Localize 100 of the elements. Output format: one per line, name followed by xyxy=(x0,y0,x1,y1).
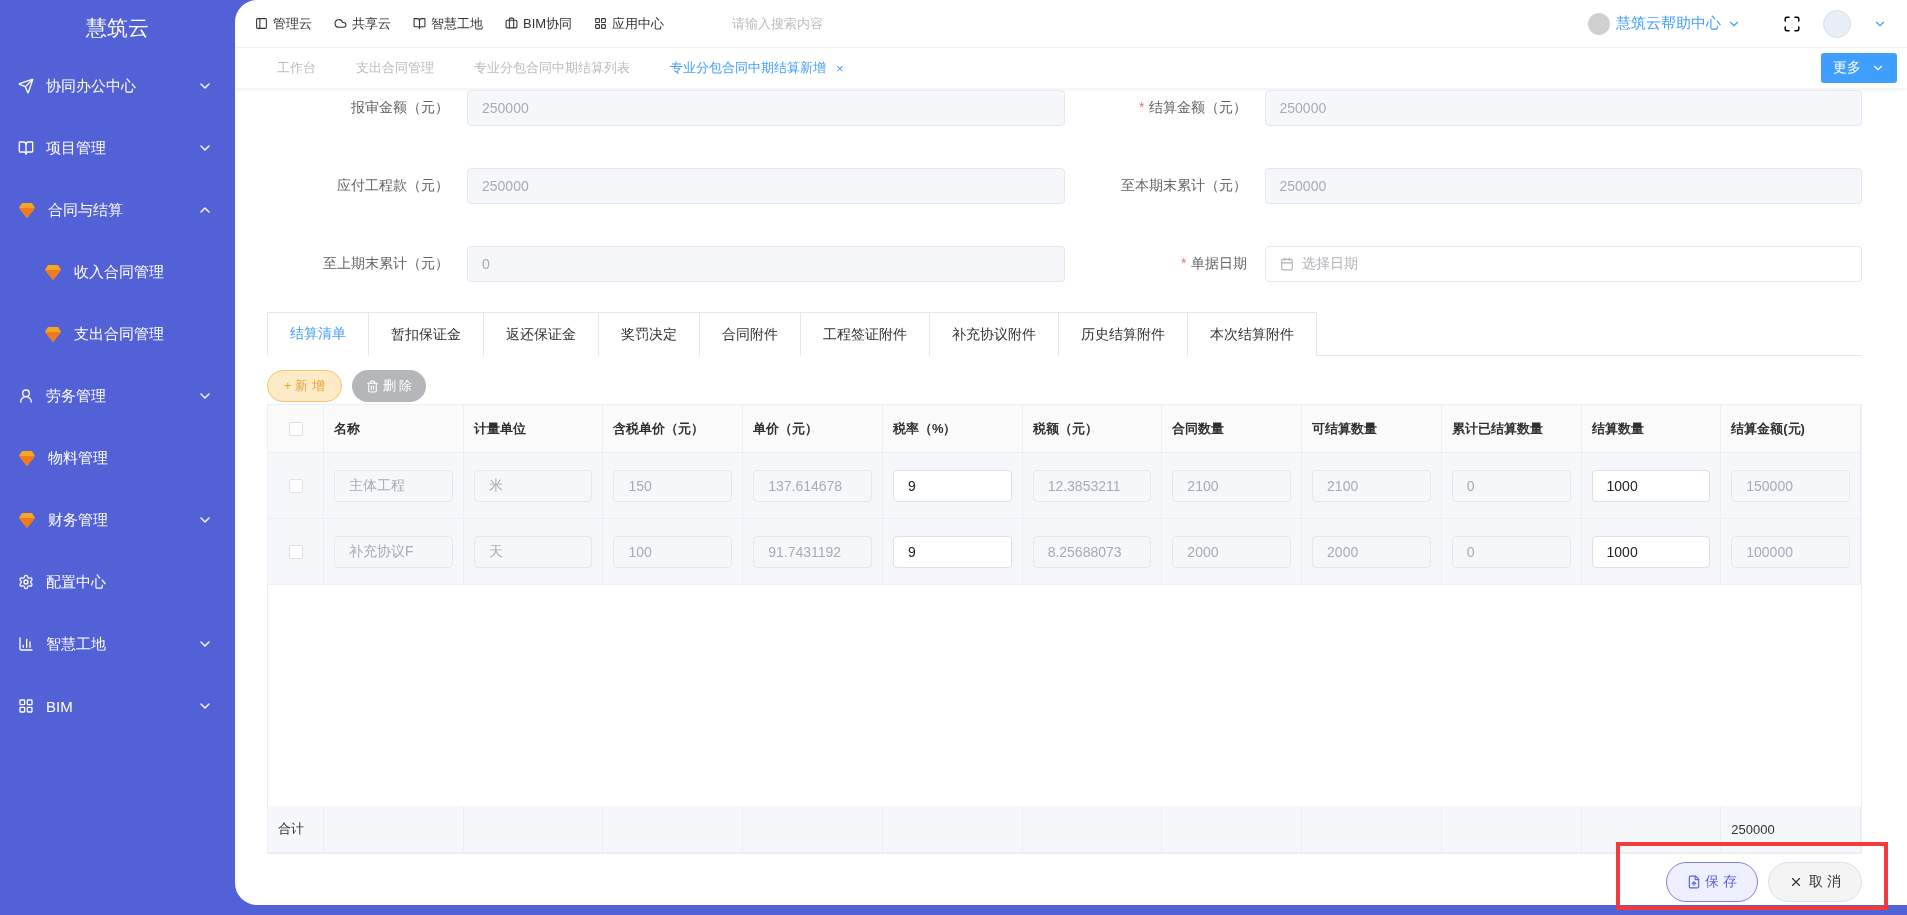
field-label: 至上期末累计（元） xyxy=(323,255,449,273)
table-input: 补充协议F xyxy=(334,535,453,568)
column-header: 结算数量 xyxy=(1581,405,1722,452)
table-input: 100000 xyxy=(1731,535,1850,568)
page-tab[interactable]: 专业分包合同中期结算新增 × xyxy=(650,59,864,77)
column-header: 累计已结算数量 xyxy=(1441,405,1582,452)
select-all-checkbox[interactable] xyxy=(288,421,303,436)
input-field: 250000 xyxy=(1264,168,1862,204)
table-input: 0 xyxy=(1451,469,1571,502)
detail-tab[interactable]: 工程签证附件 xyxy=(801,312,930,356)
badge-icon xyxy=(1588,12,1610,35)
sidebar-item[interactable]: 合同与结算 xyxy=(0,179,235,241)
sidebar-item[interactable]: 协同办公中心 xyxy=(0,55,235,117)
column-header: 单价（元） xyxy=(743,405,883,452)
detail-tab[interactable]: 历史结算附件 xyxy=(1059,312,1188,356)
table-input: 2100 xyxy=(1312,469,1431,502)
gem-icon xyxy=(18,511,36,529)
field-label: 应付工程款（元） xyxy=(337,177,449,195)
top-nav-link[interactable]: BIM协同 xyxy=(505,14,573,33)
column-header: 可结算数量 xyxy=(1302,405,1442,452)
column-header: 税额（元） xyxy=(1022,405,1163,452)
gem-icon xyxy=(44,325,62,343)
detail-tab[interactable]: 奖罚决定 xyxy=(599,312,700,356)
summary-total: 250000 xyxy=(1721,806,1861,852)
sidebar-subitem[interactable]: 支出合同管理 xyxy=(0,303,235,365)
nav-icon xyxy=(505,17,518,30)
top-nav-link[interactable]: 共享云 xyxy=(334,14,391,33)
summary-label: 合计 xyxy=(268,806,324,852)
table-input: 137.614678 xyxy=(753,469,872,502)
table-input: 2000 xyxy=(1312,535,1431,568)
top-nav-link[interactable]: 智慧工地 xyxy=(413,14,483,33)
table-input: 91.7431192 xyxy=(753,535,872,568)
detail-tab[interactable]: 合同附件 xyxy=(700,312,801,356)
field-label: 结算金额（元） xyxy=(1148,99,1247,117)
nav-icon xyxy=(255,17,268,30)
placeholder: 选择日期 xyxy=(1301,255,1358,273)
table-input[interactable]: 1000 xyxy=(1591,469,1711,502)
table-input: 150 xyxy=(613,469,733,502)
gem-icon xyxy=(44,263,62,281)
sidebar-item[interactable]: 财务管理 xyxy=(0,489,235,551)
column-header: 含税单价（元） xyxy=(603,405,744,452)
detail-tab[interactable]: 暂扣保证金 xyxy=(369,312,484,356)
gem-icon xyxy=(18,201,36,219)
close-tab-icon[interactable]: × xyxy=(836,60,844,76)
column-header: 结算金额(元) xyxy=(1721,405,1861,452)
required-mark: * xyxy=(1139,99,1145,117)
column-header: 计量单位 xyxy=(463,405,604,452)
nav-icon xyxy=(413,17,426,30)
table-input: 2100 xyxy=(1172,469,1292,502)
sidebar-item[interactable]: 项目管理 xyxy=(0,117,235,179)
cancel-button[interactable]: 取 消 xyxy=(1768,862,1862,902)
table-input: 12.3853211 xyxy=(1032,469,1152,502)
sidebar-item[interactable]: 物料管理 xyxy=(0,427,235,489)
sidebar-item[interactable]: 配置中心 xyxy=(0,551,235,613)
table-input: 0 xyxy=(1451,535,1571,568)
sidebar-item[interactable]: 智慧工地 xyxy=(0,613,235,675)
table-input[interactable]: 9 xyxy=(892,469,1012,502)
sidebar-item[interactable]: BIM xyxy=(0,675,235,737)
trash-icon xyxy=(365,379,379,393)
row-checkbox[interactable] xyxy=(288,544,303,559)
nav-icon xyxy=(594,17,608,30)
sidebar-item[interactable]: 劳务管理 xyxy=(0,365,235,427)
fullscreen-icon[interactable] xyxy=(1783,14,1801,33)
input-field: 250000 xyxy=(467,168,1065,204)
input-field: 250000 xyxy=(467,90,1065,126)
calendar-icon xyxy=(1279,257,1294,271)
table-input[interactable]: 9 xyxy=(892,535,1012,568)
table-input: 天 xyxy=(473,535,593,568)
table-input: 主体工程 xyxy=(334,469,453,502)
sidebar-subitem[interactable]: 收入合同管理 xyxy=(0,241,235,303)
input-field: 0 xyxy=(467,246,1065,282)
column-header: 合同数量 xyxy=(1162,405,1303,452)
save-button[interactable]: 保 存 xyxy=(1666,862,1759,902)
required-mark: * xyxy=(1181,255,1187,273)
more-button[interactable]: 更多 xyxy=(1821,53,1897,83)
file-upload-icon xyxy=(1687,875,1702,889)
field-label: 报审金额（元） xyxy=(351,99,449,117)
field-label: 单据日期 xyxy=(1190,255,1247,273)
top-nav-link[interactable]: 应用中心 xyxy=(594,14,665,33)
gem-icon xyxy=(18,449,36,467)
column-header: 税率（%） xyxy=(882,405,1023,452)
top-nav-link[interactable]: 管理云 xyxy=(255,14,312,33)
input-field: 250000 xyxy=(1264,90,1862,126)
detail-tab[interactable]: 返还保证金 xyxy=(484,312,599,356)
table-input[interactable]: 1000 xyxy=(1591,535,1711,568)
table-input: 100 xyxy=(613,535,733,568)
table-input: 2000 xyxy=(1172,535,1292,568)
column-header: 名称 xyxy=(324,405,464,452)
nav-icon xyxy=(334,17,347,30)
help-center-link[interactable]: 慧筑云帮助中心 xyxy=(1588,12,1741,35)
row-checkbox[interactable] xyxy=(288,478,303,493)
table-input: 米 xyxy=(473,469,593,502)
detail-tab[interactable]: 本次结算附件 xyxy=(1188,312,1317,356)
field-label: 至本期末累计（元） xyxy=(1120,177,1247,195)
table-input: 150000 xyxy=(1731,469,1850,502)
detail-tab[interactable]: 结算清单 xyxy=(267,312,369,356)
detail-tab[interactable]: 补充协议附件 xyxy=(930,312,1059,356)
table-input: 8.25688073 xyxy=(1032,535,1152,568)
app-title: 慧筑云 xyxy=(85,14,150,41)
avatar[interactable] xyxy=(1823,9,1851,38)
